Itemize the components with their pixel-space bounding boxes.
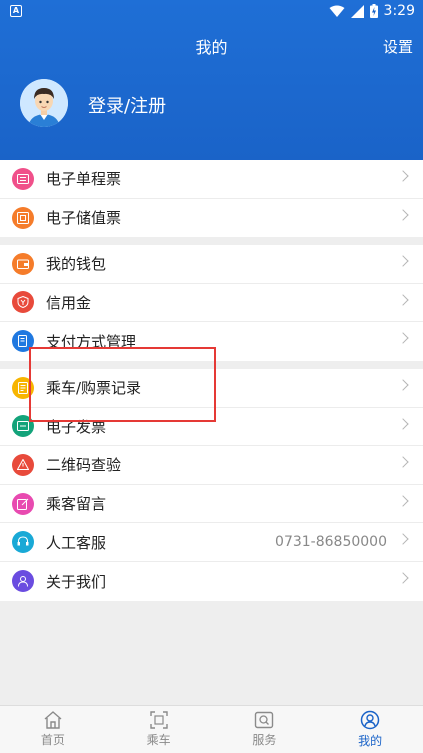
settings-button[interactable]: 设置 [383, 36, 413, 57]
menu-item-label: 电子单程票 [46, 170, 122, 189]
tab-label: 乘车 [146, 733, 171, 747]
single-ticket-icon [12, 167, 34, 190]
credit-icon [12, 291, 34, 314]
chevron-right-icon [397, 533, 409, 546]
tab-service[interactable]: 服务 [212, 706, 318, 753]
chevron-right-icon [397, 572, 409, 584]
chevron-right-icon [397, 495, 409, 507]
about-icon [12, 570, 34, 593]
menu-item-message[interactable]: 乘客留言 [0, 485, 423, 524]
battery-icon [369, 4, 378, 18]
menu-item-label: 信用金 [46, 293, 92, 312]
menu-item-stored-value-ticket[interactable]: 电子储值票 [0, 199, 423, 238]
message-icon [12, 492, 34, 515]
menu-item-label: 电子储值票 [46, 209, 122, 228]
tab-label: 服务 [252, 733, 277, 747]
highlight-annotation-box [29, 347, 216, 422]
chevron-right-icon [397, 293, 409, 306]
tab-profile[interactable]: 我的 [317, 706, 423, 753]
tab-label: 我的 [358, 734, 383, 748]
ride-qr-icon [149, 711, 168, 729]
chevron-right-icon [397, 417, 409, 430]
signal-icon [350, 4, 364, 18]
menu-item-label: 关于我们 [46, 572, 107, 591]
login-register-link[interactable]: 登录/注册 [88, 92, 166, 118]
stored-value-ticket-icon [12, 206, 34, 229]
menu-item-wallet[interactable]: 我的钱包 [0, 245, 423, 284]
menu-item-qr-verify[interactable]: 二维码查验 [0, 446, 423, 485]
qr-verify-icon [12, 453, 34, 476]
tab-ride[interactable]: 乘车 [106, 706, 212, 753]
status-bar: A 3:29 [0, 0, 423, 24]
hotline-number: 0731-86850000 [275, 534, 387, 551]
chevron-right-icon [397, 170, 409, 182]
menu-item-label: 乘客留言 [46, 495, 107, 514]
page-title: 我的 [195, 38, 228, 57]
wifi-icon [329, 5, 345, 17]
ticket-group: 电子单程票 电子储值票 [0, 160, 423, 238]
profile-header: A 3:29 我的 设置 登录/注册 [0, 0, 423, 160]
menu-item-credit[interactable]: 信用金 [0, 284, 423, 323]
chevron-right-icon [397, 208, 409, 221]
notification-icon: A [10, 5, 22, 17]
menu-item-customer-service[interactable]: 人工客服 0731-86850000 [0, 523, 423, 562]
wallet-group: 我的钱包 信用金 支付方式管理 [0, 245, 423, 361]
chevron-right-icon [397, 255, 409, 267]
home-icon [44, 711, 62, 729]
menu-item-label: 人工客服 [46, 533, 107, 552]
status-time: 3:29 [383, 3, 415, 19]
menu-item-label: 二维码查验 [46, 456, 122, 475]
profile-icon [360, 710, 380, 730]
customer-service-icon [12, 531, 34, 554]
wallet-icon [12, 252, 34, 275]
avatar[interactable] [20, 79, 68, 127]
menu-item-about[interactable]: 关于我们 [0, 562, 423, 601]
tab-home[interactable]: 首页 [0, 706, 106, 753]
chevron-right-icon [397, 332, 409, 344]
menu-item-single-ticket[interactable]: 电子单程票 [0, 160, 423, 199]
service-icon [255, 711, 274, 729]
menu-item-label: 我的钱包 [46, 255, 107, 274]
chevron-right-icon [397, 379, 409, 391]
tab-label: 首页 [40, 733, 65, 747]
chevron-right-icon [397, 456, 409, 468]
bottom-tab-bar: 首页 乘车 服务 我的 [0, 705, 423, 753]
